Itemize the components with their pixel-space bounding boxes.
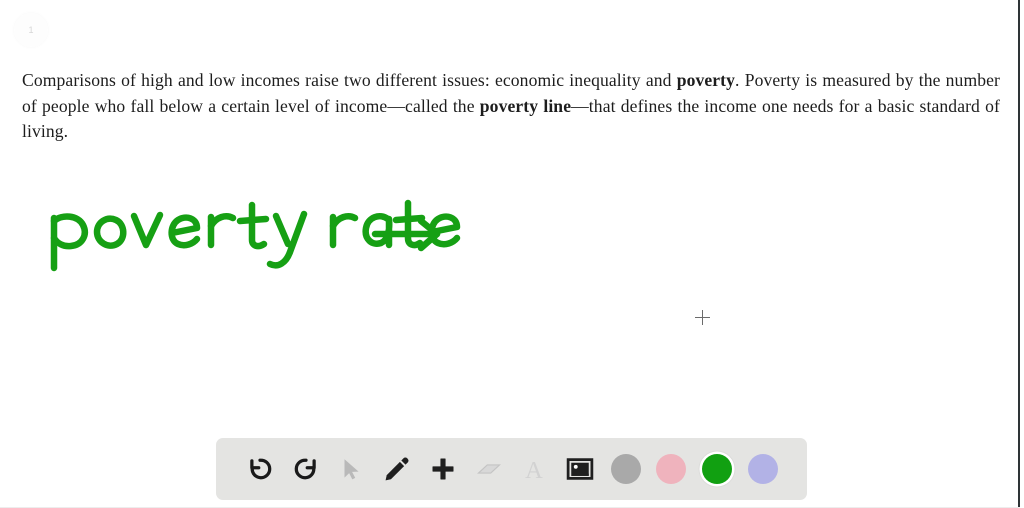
- page-edge-rule: [1018, 0, 1020, 508]
- annotated-document-page: 1 Comparisons of high and low incomes ra…: [0, 0, 1024, 508]
- svg-text:A: A: [525, 457, 543, 483]
- bold-term-poverty: poverty: [676, 70, 736, 90]
- color-swatch-periwinkle[interactable]: [747, 454, 778, 484]
- image-icon[interactable]: [558, 447, 602, 491]
- color-swatch-gray[interactable]: [610, 454, 641, 484]
- color-swatch-gray-wrap[interactable]: [604, 447, 648, 491]
- eraser-icon[interactable]: [467, 447, 511, 491]
- paragraph-segment-1: Comparisons of high and low incomes rais…: [22, 70, 677, 90]
- color-swatch-pink[interactable]: [656, 454, 687, 484]
- color-swatch-pink-wrap[interactable]: [649, 447, 693, 491]
- cursor-icon[interactable]: [329, 447, 373, 491]
- document-paragraph: Comparisons of high and low incomes rais…: [22, 68, 1000, 145]
- color-swatch-green[interactable]: [702, 454, 733, 484]
- plus-icon[interactable]: [421, 447, 465, 491]
- page-number-badge: 1: [14, 13, 48, 47]
- color-swatch-periwinkle-wrap[interactable]: [741, 447, 785, 491]
- color-swatch-green-wrap[interactable]: [695, 447, 739, 491]
- crosshair-cursor: [695, 310, 710, 325]
- undo-icon[interactable]: [238, 447, 282, 491]
- handwriting-arrow: [371, 217, 441, 252]
- bold-term-poverty-line: poverty line: [479, 95, 572, 116]
- pencil-icon[interactable]: [375, 447, 419, 491]
- text-icon[interactable]: A: [512, 447, 556, 491]
- handwriting-poverty-rate: [50, 199, 461, 272]
- page-number-label: 1: [28, 25, 34, 35]
- redo-icon[interactable]: [284, 447, 328, 491]
- annotation-toolbar[interactable]: A: [216, 438, 807, 500]
